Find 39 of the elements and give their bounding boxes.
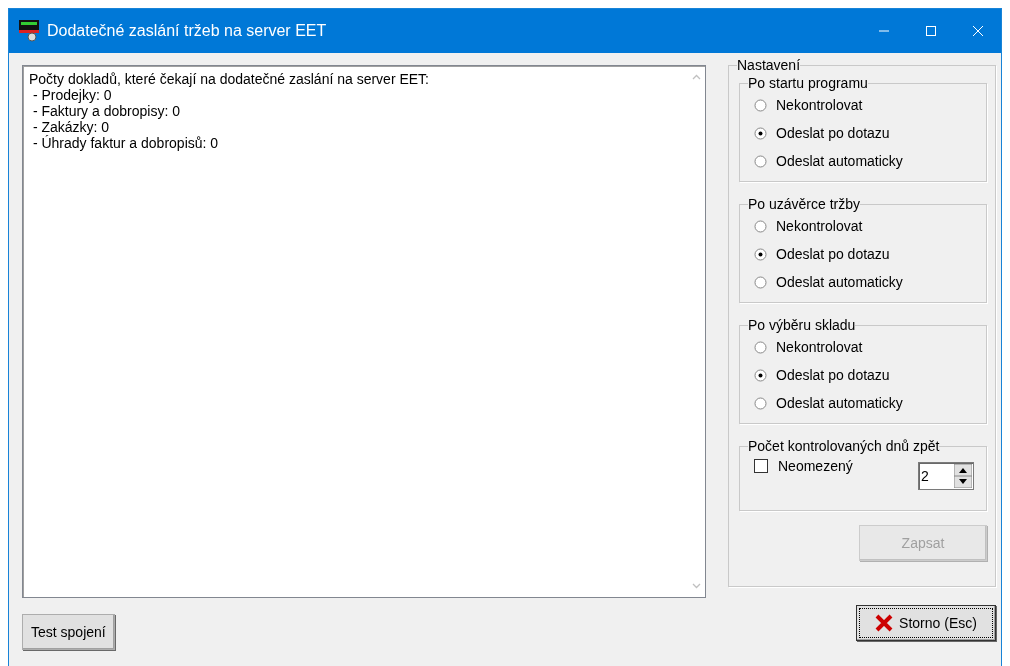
option-label[interactable]: Nekontrolovat (776, 339, 863, 355)
option-label[interactable]: Odeslat po dotazu (776, 125, 890, 141)
radio-button[interactable] (754, 396, 767, 410)
group-title: Po výběru skladu (748, 317, 856, 333)
option-label[interactable]: Odeslat automaticky (776, 395, 903, 411)
days-spin-field[interactable]: 2 (918, 462, 974, 490)
group-title: Po startu programu (748, 75, 868, 91)
radio-button[interactable] (754, 340, 767, 354)
option-label[interactable]: Odeslat automaticky (776, 274, 903, 290)
option-label[interactable]: Odeslat automaticky (776, 153, 903, 169)
group-title: Po uzávěrce tržby (748, 196, 861, 212)
radio-button[interactable] (754, 154, 767, 168)
test-connection-button[interactable]: Test spojení (22, 614, 115, 650)
radio-button[interactable] (754, 368, 767, 382)
text-line: Počty dokladů, které čekají na dodatečné zaslání na server EET: (29, 71, 430, 87)
panel-title: Nastavení (737, 57, 801, 73)
option-label[interactable]: Odeslat po dotazu (776, 367, 890, 383)
cancel-button[interactable]: Storno (Esc) (856, 605, 996, 641)
option-label[interactable]: Nekontrolovat (776, 218, 863, 234)
text-line: - Zakázky: 0 (31, 119, 111, 135)
maximize-icon[interactable] (925, 25, 937, 37)
radio-button[interactable] (754, 247, 767, 261)
text-area[interactable]: Počty dokladů, které čekají na dodatečné zaslání na server EET: - Prodejky: 0 - Faktury a dobropisy: 0 - Zakázky: 0 - Úhrady faktur a dobropisů: 0 (22, 65, 706, 598)
unlimited-checkbox[interactable]: Neomezený (754, 458, 853, 474)
text-line: - Úhrady faktur a dobropisů: 0 (31, 135, 220, 151)
close-icon[interactable] (972, 25, 984, 37)
option-label[interactable]: Odeslat po dotazu (776, 246, 890, 262)
spin-arrows-icon[interactable] (954, 464, 972, 488)
text-line: - Prodejky: 0 (31, 87, 113, 103)
radio-button[interactable] (754, 126, 767, 140)
radio-button[interactable] (754, 98, 767, 112)
radio-button[interactable] (754, 219, 767, 233)
cross-icon (875, 614, 894, 632)
radio-button[interactable] (754, 275, 767, 289)
app-icon (19, 20, 39, 42)
group-title: Počet kontrolovaných dnů zpět (748, 438, 940, 454)
window-title: Dodatečné zaslání tržeb na server EET (47, 22, 328, 40)
text-line: - Faktury a dobropisy: 0 (31, 103, 181, 119)
option-label[interactable]: Nekontrolovat (776, 97, 863, 113)
